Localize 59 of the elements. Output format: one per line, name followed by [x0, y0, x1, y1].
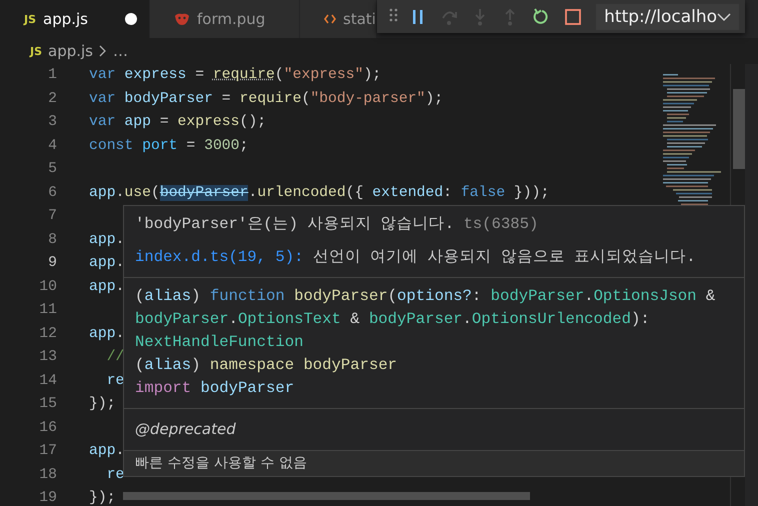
code-line: app.: [89, 230, 124, 250]
code-line: app.: [89, 324, 124, 344]
signature-line: (alias) function bodyParser(options?: bodyParser.OptionsJson &: [135, 286, 716, 307]
line-number: 18: [38, 466, 57, 484]
js-file-icon: JS: [24, 12, 36, 26]
line-number: 5: [47, 160, 57, 179]
line-number: 9: [47, 254, 57, 273]
dog-icon: [174, 13, 190, 25]
code-line: var app = express();: [89, 113, 266, 132]
line-number: 11: [38, 301, 57, 320]
breadcrumb-item[interactable]: …: [113, 42, 128, 60]
code-line: re: [106, 372, 124, 390]
line-number: 7: [47, 207, 57, 226]
line-number: 19: [38, 489, 57, 506]
line-number: 16: [38, 418, 57, 438]
scrollbar[interactable]: [123, 492, 530, 500]
code-line: re: [106, 466, 124, 484]
code-line: var bodyParser = require("body-parser");: [89, 90, 444, 108]
grip-icon: [387, 6, 400, 24]
code-line: });: [89, 395, 116, 414]
line-number: 1: [47, 66, 57, 85]
code-line: });: [89, 489, 116, 506]
line-number: 3: [47, 113, 57, 132]
line-number: 17: [38, 442, 57, 461]
breadcrumb-item[interactable]: app.js: [48, 42, 94, 60]
scrollbar[interactable]: [733, 89, 745, 169]
signature-line: NextHandleFunction: [135, 332, 304, 353]
js-file-icon: JS: [30, 44, 42, 58]
code-line: const port = 3000;: [89, 136, 248, 156]
line-number: 4: [47, 136, 57, 156]
line-number: 10: [38, 278, 57, 296]
code-line: app.: [89, 278, 124, 296]
signature-line: (alias) namespace bodyParser: [135, 355, 398, 376]
signature-line: bodyParser.OptionsText & bodyParser.OptionsUrlencoded):: [135, 309, 651, 330]
editor-tab[interactable]: form.pug: [150, 0, 300, 38]
chevron-right-icon: [99, 45, 108, 57]
line-number: 8: [47, 230, 57, 250]
chevron-down-icon: [717, 12, 732, 22]
hover-detail: index.d.ts(19, 5): 선언이 여기에 사용되지 않음으로 표시되었습니다.: [135, 247, 697, 268]
code-line: app.use(bodyParser.urlencoded({ extended: false }));: [89, 184, 550, 202]
signature-line: import bodyParser: [135, 378, 296, 399]
code-brackets-icon: [324, 13, 336, 25]
code-line: //: [106, 348, 124, 367]
debug-target-dropdown[interactable]: http://localho: [596, 4, 740, 30]
line-number: 15: [38, 395, 57, 414]
line-number: 14: [38, 372, 57, 390]
code-line: app.: [89, 442, 124, 461]
line-number: 6: [47, 184, 57, 202]
declaration-link[interactable]: index.d.ts(19, 5):: [135, 248, 304, 266]
code-line: app.: [89, 254, 124, 273]
hover-message: 'bodyParser'은(는) 사용되지 않습니다. ts(6385): [135, 214, 540, 235]
line-number: 2: [47, 90, 57, 108]
code-line: var express = require("express");: [89, 66, 382, 85]
hover-status: 빠른 수정을 사용할 수 없음: [124, 450, 744, 476]
stop-icon: [564, 8, 582, 26]
editor-tab[interactable]: JS app.js: [0, 0, 150, 38]
editor-tab[interactable]: stati: [300, 0, 377, 38]
line-number: 12: [38, 324, 57, 344]
line-number: 13: [38, 348, 57, 367]
